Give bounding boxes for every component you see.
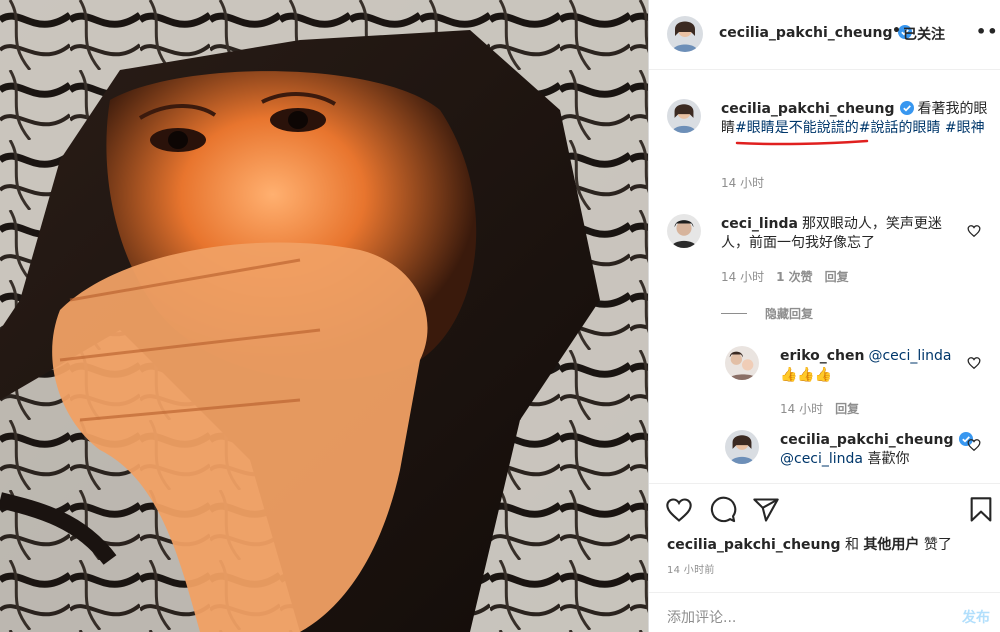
caption-time[interactable]: 14 小时 (721, 174, 764, 191)
reply-text: cecilia_pakchi_cheung @ceci_linda 喜歡你 (780, 431, 980, 469)
comments-list[interactable]: cecilia_pakchi_cheung 看著我的眼睛#眼睛是不能說謊的#說話的… (649, 71, 1000, 483)
portrait-image (0, 0, 648, 632)
avatar-image (725, 430, 759, 464)
reply-meta: 14 小时 回复 (780, 400, 859, 417)
reply-body: 👍👍👍 (780, 367, 833, 383)
separator-dot: • (892, 23, 901, 39)
hashtag-link[interactable]: #眼神 (945, 120, 985, 136)
comment-icon[interactable] (709, 496, 737, 524)
reply-like-heart-icon[interactable] (967, 356, 981, 370)
post-header: cecilia_pakchi_cheung • 已关注 ••• (649, 0, 1000, 70)
more-options-icon[interactable]: ••• (976, 22, 1000, 41)
caption-username[interactable]: cecilia_pakchi_cheung (721, 101, 914, 117)
avatar-image (667, 16, 703, 52)
likes-summary: cecilia_pakchi_cheung 和 其他用户 赞了 (667, 534, 952, 554)
commenter-avatar[interactable] (667, 214, 701, 248)
reply-body: 喜歡你 (867, 451, 910, 467)
reply-avatar[interactable] (725, 430, 759, 464)
liked-by-username[interactable]: cecilia_pakchi_cheung (667, 537, 841, 553)
author-username[interactable]: cecilia_pakchi_cheung (719, 25, 912, 41)
caption-text: cecilia_pakchi_cheung 看著我的眼睛#眼睛是不能說謊的#說話的… (721, 100, 991, 138)
hashtag-link[interactable]: #說話的眼睛 (859, 120, 941, 136)
reply-username[interactable]: eriko_chen (780, 348, 864, 364)
reply-reply-button[interactable]: 回复 (835, 402, 859, 416)
comment-like-heart-icon[interactable] (967, 224, 981, 238)
caption-username-text[interactable]: cecilia_pakchi_cheung (721, 101, 895, 117)
liked-and-text: 和 (844, 537, 859, 553)
post-time-ago[interactable]: 14 小时前 (667, 561, 715, 576)
post-actions: cecilia_pakchi_cheung 和 其他用户 赞了 14 小时前 (649, 483, 1000, 583)
comment-text: ceci_linda 那双眼动人，笑声更迷人，前面一句我好像忘了 (721, 215, 961, 253)
comment-input[interactable]: 添加评论... (667, 607, 736, 627)
reply-like-heart-icon[interactable] (967, 438, 981, 452)
post-side-panel: cecilia_pakchi_cheung • 已关注 ••• cecilia_… (648, 0, 1000, 632)
comment-username[interactable]: ceci_linda (721, 216, 798, 232)
reply-text: eriko_chen @ceci_linda 👍👍👍 (780, 347, 980, 385)
reply-username-text[interactable]: cecilia_pakchi_cheung (780, 432, 954, 448)
comment-reply-button[interactable]: 回复 (825, 270, 849, 284)
avatar-image (667, 214, 701, 248)
comment-likes-count[interactable]: 1 次赞 (776, 270, 813, 284)
hide-replies-line (721, 313, 747, 314)
author-avatar[interactable] (667, 16, 703, 52)
caption-avatar[interactable] (667, 99, 701, 133)
author-username-text[interactable]: cecilia_pakchi_cheung (719, 25, 893, 41)
reply-avatar[interactable] (725, 346, 759, 380)
verified-badge-icon (899, 101, 914, 115)
hide-replies-button[interactable]: 隐藏回复 (765, 305, 813, 322)
red-underline-annotation (735, 139, 869, 146)
avatar-image (725, 346, 759, 380)
bookmark-icon[interactable] (967, 496, 995, 524)
reply-time[interactable]: 14 小时 (780, 402, 823, 416)
add-comment-bar: 添加评论... 发布 (649, 592, 1000, 632)
avatar-image (667, 99, 701, 133)
following-button[interactable]: 已关注 (903, 24, 945, 44)
post-comment-button[interactable]: 发布 (962, 607, 990, 627)
mention-link[interactable]: @ceci_linda (780, 451, 863, 467)
instagram-post-view: cecilia_pakchi_cheung • 已关注 ••• cecilia_… (0, 0, 1000, 632)
share-icon[interactable] (752, 496, 780, 524)
hashtag-link[interactable]: #眼睛是不能說謊的 (735, 120, 859, 136)
comment-time[interactable]: 14 小时 (721, 270, 764, 284)
liked-suffix-text: 赞了 (923, 537, 952, 553)
heart-icon[interactable] (665, 496, 693, 524)
liked-others-link[interactable]: 其他用户 (863, 537, 919, 553)
comment-meta: 14 小时 1 次赞 回复 (721, 268, 849, 285)
post-photo[interactable] (0, 0, 648, 632)
mention-link[interactable]: @ceci_linda (868, 348, 951, 364)
reply-username[interactable]: cecilia_pakchi_cheung (780, 432, 973, 448)
